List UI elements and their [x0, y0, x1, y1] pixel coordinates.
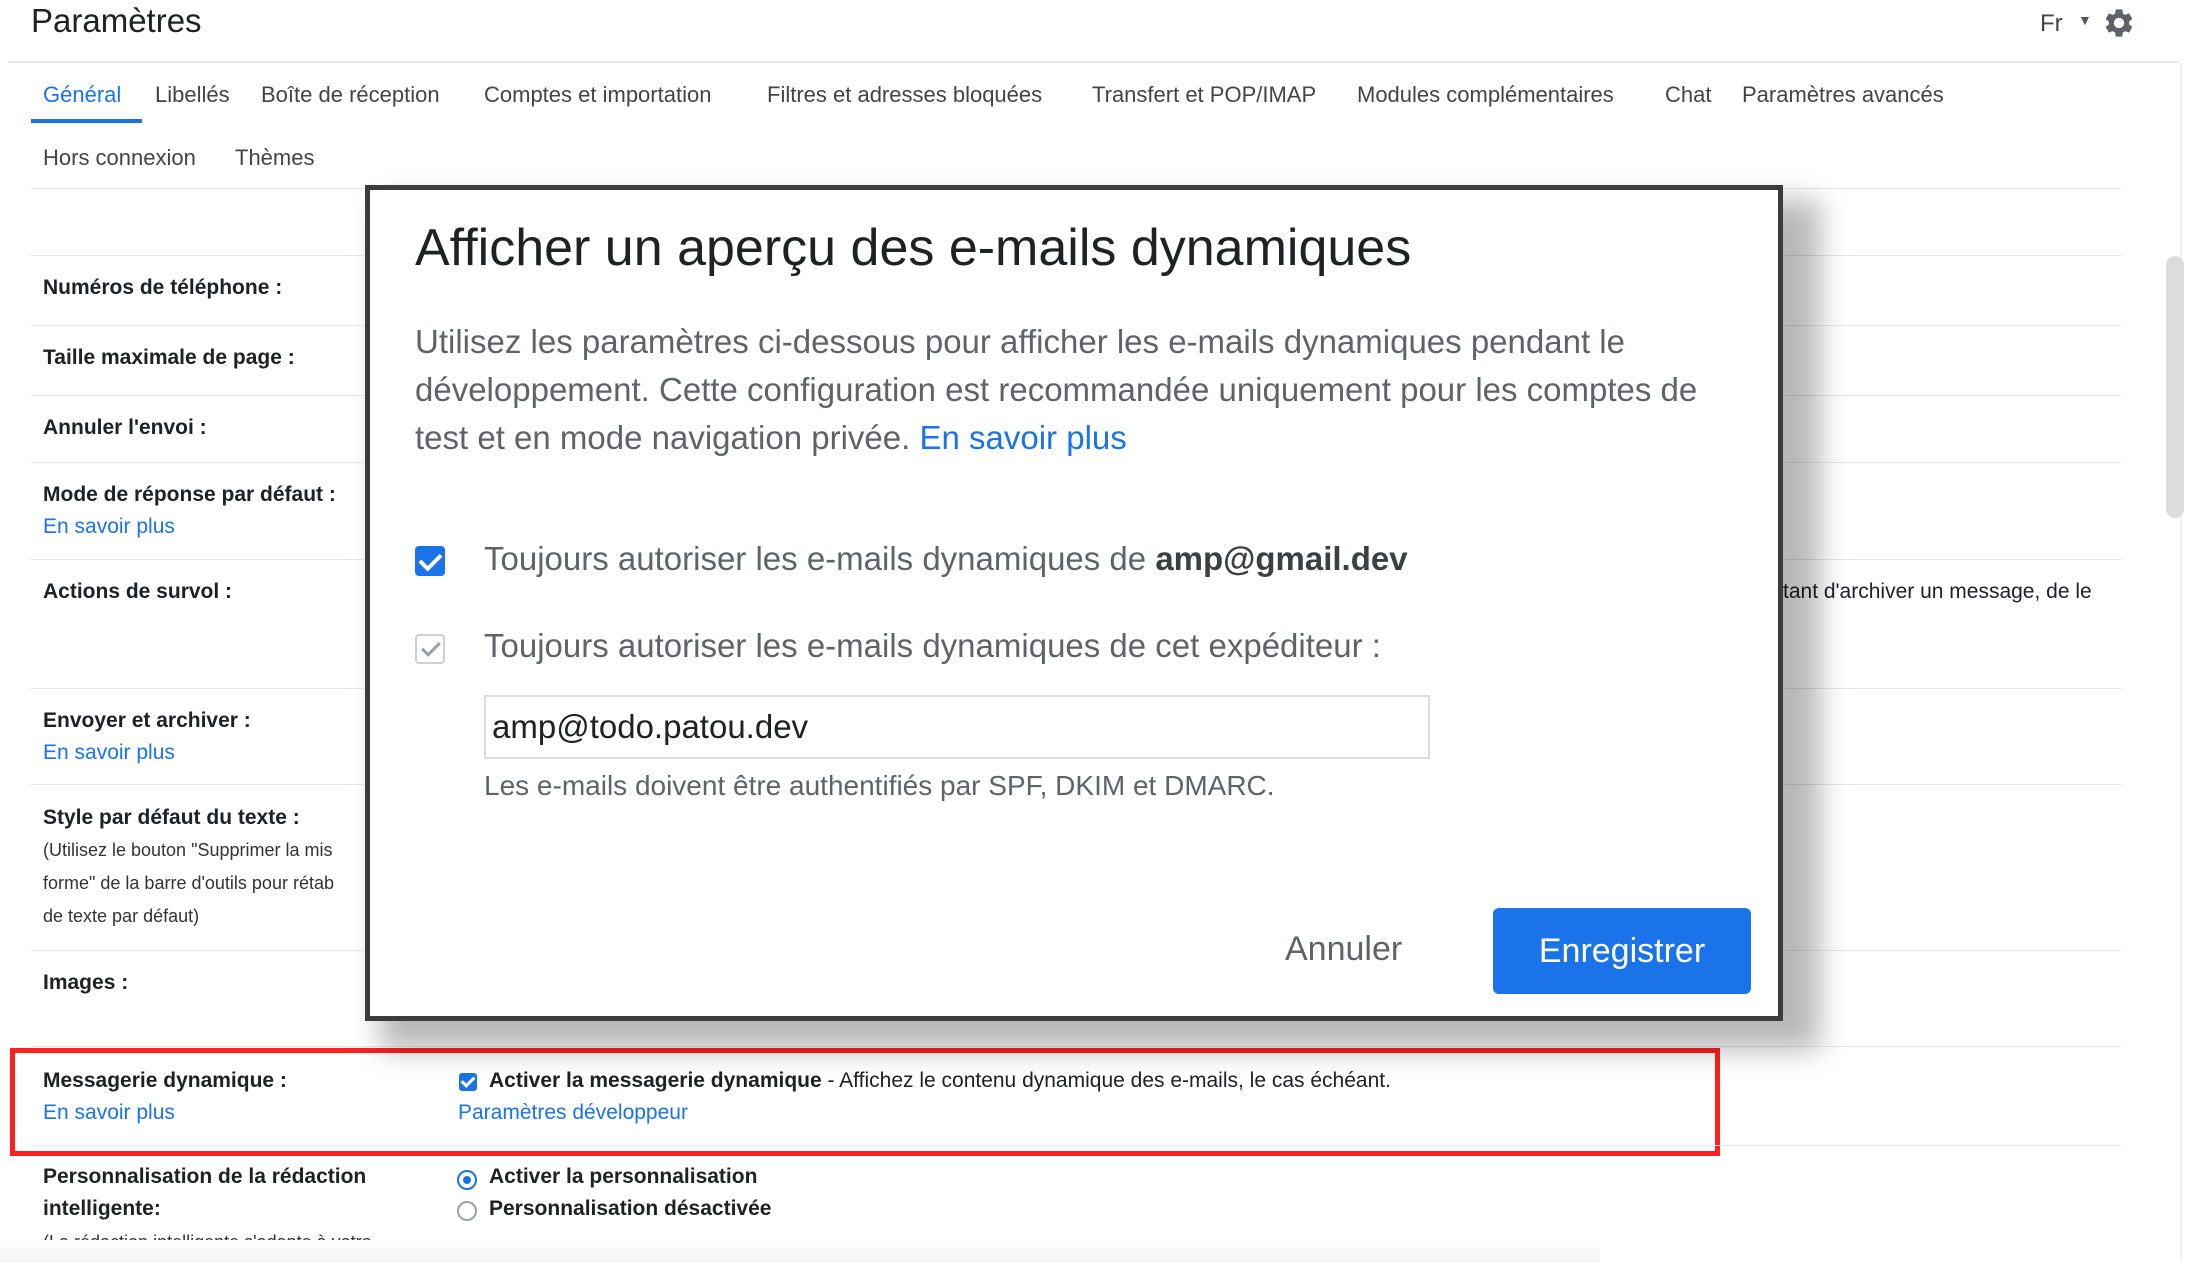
text-style-label: Style par défaut du texte : — [43, 806, 300, 829]
tab-labels[interactable]: Libellés — [155, 82, 230, 108]
personalization-off-label[interactable]: Personnalisation désactivée — [489, 1197, 771, 1221]
language-selector[interactable]: Fr — [2040, 10, 2063, 38]
smart-compose-label-cont: intelligente: — [43, 1197, 161, 1220]
settings-header: Paramètres Fr ▼ — [0, 0, 2200, 62]
send-archive-learn-more-link[interactable]: En savoir plus — [43, 741, 175, 765]
personalization-on-label[interactable]: Activer la personnalisation — [489, 1165, 757, 1189]
text-style-note-line: de texte par défaut) — [43, 906, 200, 926]
tab-general[interactable]: Général — [43, 82, 121, 108]
reply-mode-label: Mode de réponse par défaut : — [43, 483, 336, 506]
cancel-button[interactable]: Annuler — [1285, 930, 1402, 969]
option1-text: Toujours autoriser les e-mails dynamique… — [484, 540, 1156, 577]
scrollbar-thumb[interactable] — [2166, 256, 2184, 518]
images-label: Images : — [43, 971, 129, 994]
send-archive-label: Envoyer et archiver : — [43, 709, 251, 732]
tab-inbox[interactable]: Boîte de réception — [261, 82, 440, 108]
gear-icon[interactable] — [2102, 6, 2136, 40]
tab-themes[interactable]: Thèmes — [235, 145, 314, 171]
dynamic-email-preview-dialog: Afficher un aperçu des e-mails dynamique… — [365, 185, 1783, 1021]
tab-forwarding[interactable]: Transfert et POP/IMAP — [1092, 82, 1316, 108]
active-tab-indicator — [31, 119, 142, 123]
bottom-fade — [0, 1240, 1600, 1262]
save-button[interactable]: Enregistrer — [1493, 908, 1751, 994]
row-divider — [31, 1145, 2121, 1146]
phone-label: Numéros de téléphone : — [43, 276, 283, 299]
option1-email: amp@gmail.dev — [1155, 540, 1408, 577]
chevron-down-icon[interactable]: ▼ — [2078, 12, 2092, 28]
authentication-hint: Les e-mails doivent être authentifiés pa… — [484, 770, 1275, 801]
page-size-label: Taille maximale de page : — [43, 346, 295, 369]
hover-actions-label: Actions de survol : — [43, 580, 233, 603]
always-allow-sender-checkbox[interactable] — [415, 634, 445, 664]
highlight-box — [10, 1048, 1720, 1156]
tab-advanced[interactable]: Paramètres avancés — [1742, 82, 1944, 108]
reply-mode-learn-more-link[interactable]: En savoir plus — [43, 515, 175, 539]
settings-tabs: Général Libellés Boîte de réception Comp… — [0, 70, 2200, 188]
tab-filters[interactable]: Filtres et adresses bloquées — [767, 82, 1042, 108]
always-allow-amp-gmail-label[interactable]: Toujours autoriser les e-mails dynamique… — [484, 540, 1408, 578]
tab-chat[interactable]: Chat — [1665, 82, 1711, 108]
text-style-note-line: (Utilisez le bouton "Supprimer la mis — [43, 840, 333, 860]
tab-accounts[interactable]: Comptes et importation — [484, 82, 711, 108]
always-allow-sender-label[interactable]: Toujours autoriser les e-mails dynamique… — [484, 627, 1381, 665]
dialog-title: Afficher un aperçu des e-mails dynamique… — [415, 219, 1412, 277]
dialog-learn-more-link[interactable]: En savoir plus — [919, 419, 1126, 456]
tab-offline[interactable]: Hors connexion — [43, 145, 196, 171]
tab-addons[interactable]: Modules complémentaires — [1357, 82, 1614, 108]
scrollbar-track — [2180, 62, 2182, 1262]
personalization-on-radio[interactable] — [457, 1170, 477, 1190]
dialog-description: Utilisez les paramètres ci-dessous pour … — [415, 318, 1745, 462]
header-divider — [8, 61, 2178, 63]
always-allow-amp-gmail-checkbox[interactable] — [415, 546, 445, 576]
smart-compose-label: Personnalisation de la rédaction — [43, 1165, 367, 1188]
hover-actions-text: tant d'archiver un message, de le — [1783, 580, 2092, 603]
sender-email-input[interactable] — [484, 695, 1430, 759]
undo-send-label: Annuler l'envoi : — [43, 416, 207, 439]
personalization-off-radio[interactable] — [457, 1201, 477, 1221]
text-style-note-line: forme" de la barre d'outils pour rétab — [43, 873, 334, 893]
page-title: Paramètres — [31, 2, 202, 39]
